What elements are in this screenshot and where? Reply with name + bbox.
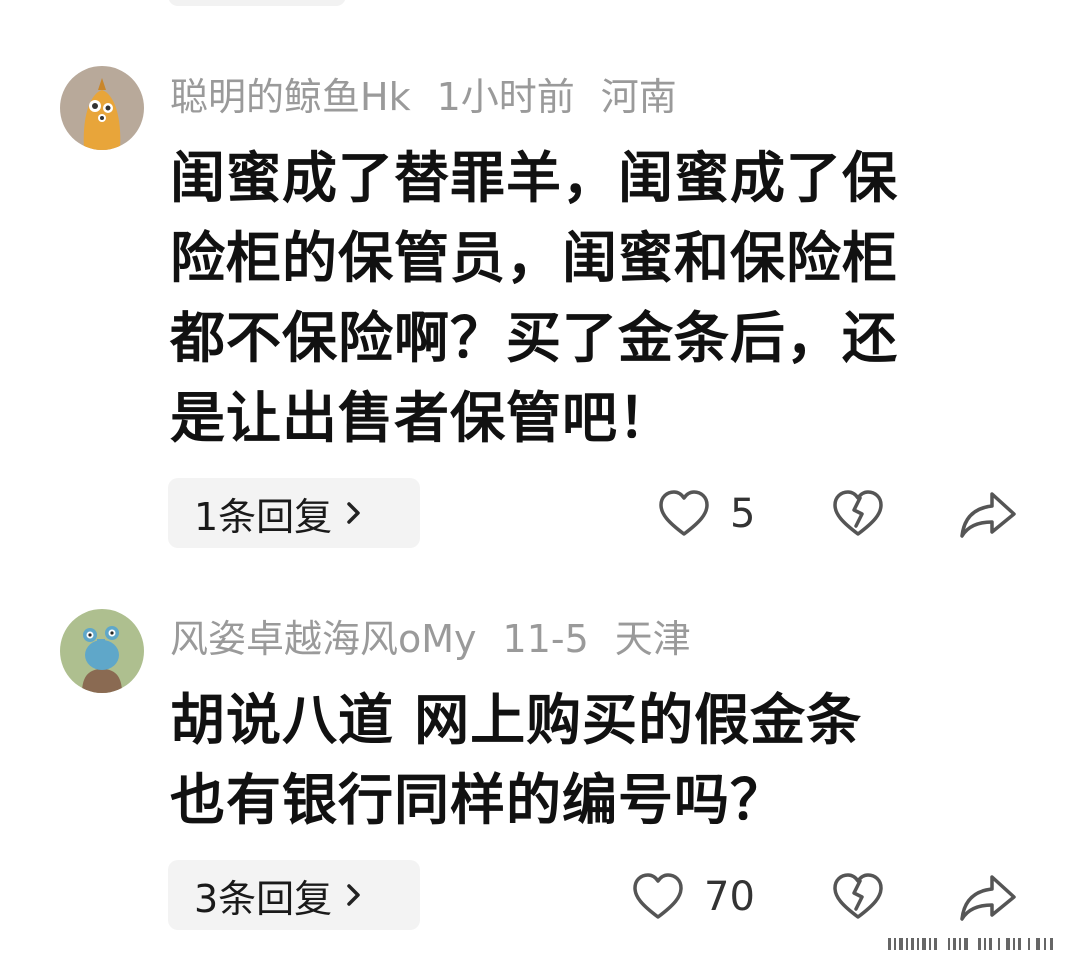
- username[interactable]: 风姿卓越海风oMy: [170, 617, 477, 661]
- heart-icon: [630, 869, 686, 925]
- comment-text: 胡说八道 网上购买的假金条 也有银行同样的编号吗？: [170, 680, 1000, 840]
- location: 天津: [614, 617, 691, 661]
- view-replies-button[interactable]: 1条回复: [168, 478, 420, 548]
- previous-reply-button-edge[interactable]: [168, 0, 346, 6]
- avatar[interactable]: [60, 609, 144, 693]
- location: 河南: [600, 75, 677, 119]
- share-button[interactable]: [958, 869, 1018, 925]
- share-arrow-icon: [958, 486, 1018, 542]
- dislike-button[interactable]: [830, 486, 886, 542]
- barcode-watermark-icon: [888, 938, 1053, 950]
- timestamp: 1小时前: [436, 75, 575, 119]
- comment-text-line: 都不保险啊？买了金条后，还: [170, 306, 899, 370]
- share-button[interactable]: [958, 486, 1018, 542]
- reply-count-label: 3条回复: [194, 876, 333, 921]
- like-count: 70: [704, 874, 755, 920]
- username[interactable]: 聪明的鲸鱼Hk: [170, 75, 411, 119]
- heart-icon: [656, 486, 712, 542]
- creature-avatar-icon: [60, 609, 144, 693]
- avatar[interactable]: [60, 66, 144, 150]
- share-arrow-icon: [958, 869, 1018, 925]
- broken-heart-icon: [830, 486, 886, 542]
- comment-meta: 风姿卓越海风oMy 11-5 天津: [170, 620, 717, 658]
- like-count: 5: [730, 491, 756, 537]
- chevron-right-icon: [347, 502, 360, 524]
- broken-heart-icon: [830, 869, 886, 925]
- comment-meta: 聪明的鲸鱼Hk 1小时前 河南: [170, 78, 703, 116]
- chevron-right-icon: [347, 884, 360, 906]
- comment-text-line: 胡说八道 网上购买的假金条: [170, 688, 863, 752]
- reply-count-label: 1条回复: [194, 494, 333, 539]
- comment-text-line: 也有银行同样的编号吗？: [170, 768, 787, 832]
- comment-text-line: 是让出售者保管吧！: [170, 386, 675, 450]
- dislike-button[interactable]: [830, 869, 886, 925]
- comment-text: 闺蜜成了替罪羊，闺蜜成了保 险柜的保管员，闺蜜和保险柜 都不保险啊？买了金条后，…: [170, 138, 1000, 458]
- comment-text-line: 闺蜜成了替罪羊，闺蜜成了保: [170, 146, 899, 210]
- view-replies-button[interactable]: 3条回复: [168, 860, 420, 930]
- comment-text-line: 险柜的保管员，闺蜜和保险柜: [170, 226, 899, 290]
- timestamp: 11-5: [502, 617, 589, 661]
- owl-avatar-icon: [60, 66, 144, 150]
- like-button[interactable]: 5: [656, 486, 755, 542]
- like-button[interactable]: 70: [630, 869, 755, 925]
